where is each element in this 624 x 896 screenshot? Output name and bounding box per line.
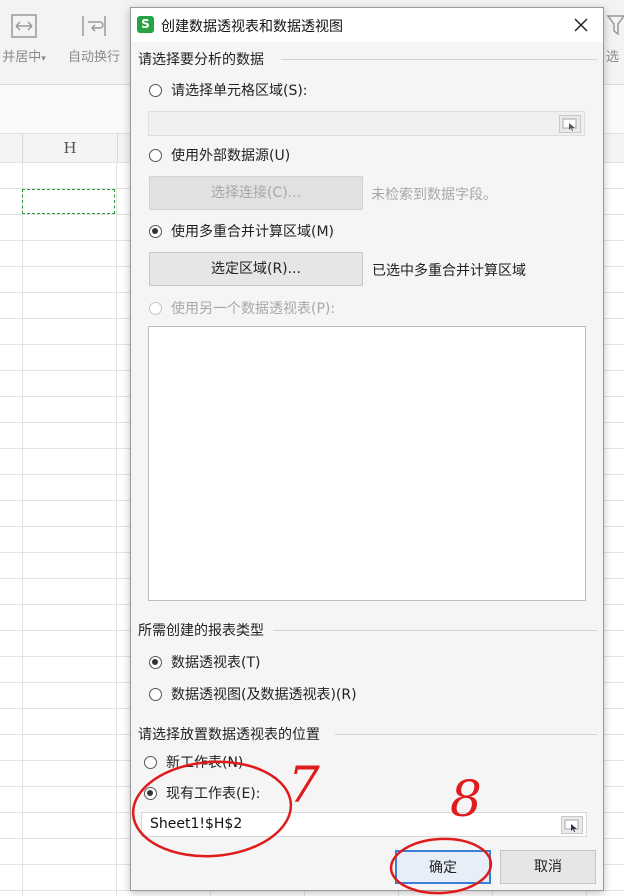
annotation-step-7: 7 [288,756,320,814]
annotation-circle-ok [389,837,493,895]
annotation-circle-existing-sheet [131,760,293,858]
red-annotation-overlay: 7 8 [131,756,493,895]
annotation-step-8: 8 [450,770,482,828]
